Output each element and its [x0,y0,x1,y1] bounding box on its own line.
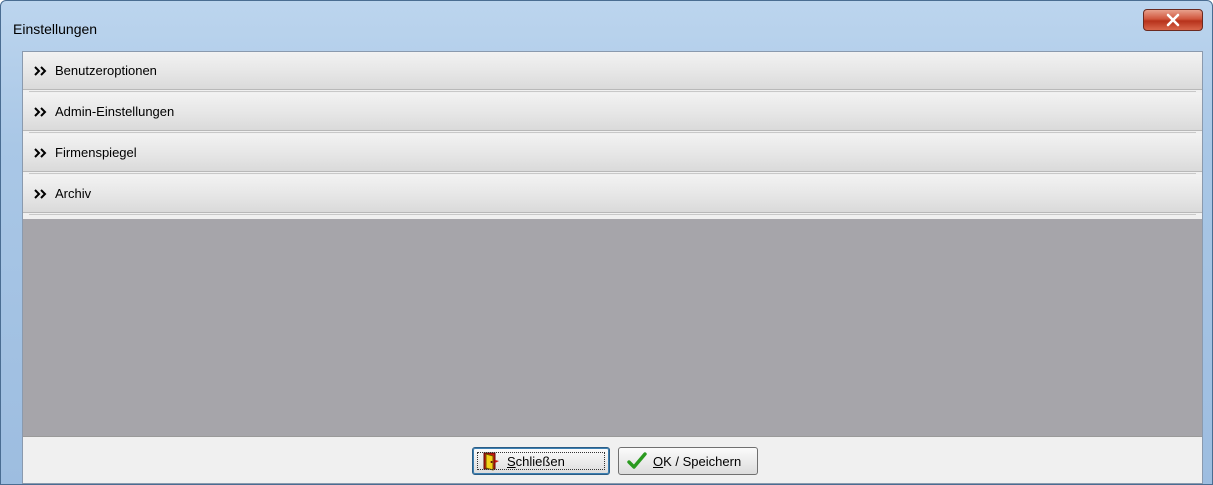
double-chevron-right-icon [34,65,47,76]
double-chevron-right-icon [34,188,47,199]
ok-mnemonic: O [653,453,664,469]
section-admin-einstellungen[interactable]: Admin-Einstellungen [23,93,1202,133]
close-icon [1166,13,1180,27]
section-label: Benutzeroptionen [55,63,157,78]
section-benutzeroptionen[interactable]: Benutzeroptionen [23,52,1202,92]
client-area: Benutzeroptionen Admin-Einstellungen Fir… [22,51,1203,484]
section-list: Benutzeroptionen Admin-Einstellungen Fir… [23,52,1202,216]
close-window-button[interactable] [1143,9,1203,31]
window-title: Einstellungen [13,21,98,37]
double-chevron-right-icon [34,147,47,158]
checkmark-icon [627,452,647,469]
content-panel [23,219,1202,436]
section-label: Firmenspiegel [55,145,137,160]
button-bar: Schließen OK / Speichern [23,436,1202,483]
section-label: Archiv [55,186,92,201]
ok-label-rest: K / Speichern [663,453,742,469]
section-archiv[interactable]: Archiv [23,175,1202,215]
settings-window: Einstellungen Benutzeroptionen Admin-Ein… [0,0,1213,485]
focus-indicator [477,452,605,470]
ok-speichern-button[interactable]: OK / Speichern [618,447,758,475]
schliessen-button[interactable]: Schließen [472,447,610,475]
section-firmenspiegel[interactable]: Firmenspiegel [23,134,1202,174]
ok-speichern-label: OK / Speichern [653,454,741,469]
double-chevron-right-icon [34,106,47,117]
section-label: Admin-Einstellungen [55,104,175,119]
title-bar[interactable]: Einstellungen [1,1,1212,49]
